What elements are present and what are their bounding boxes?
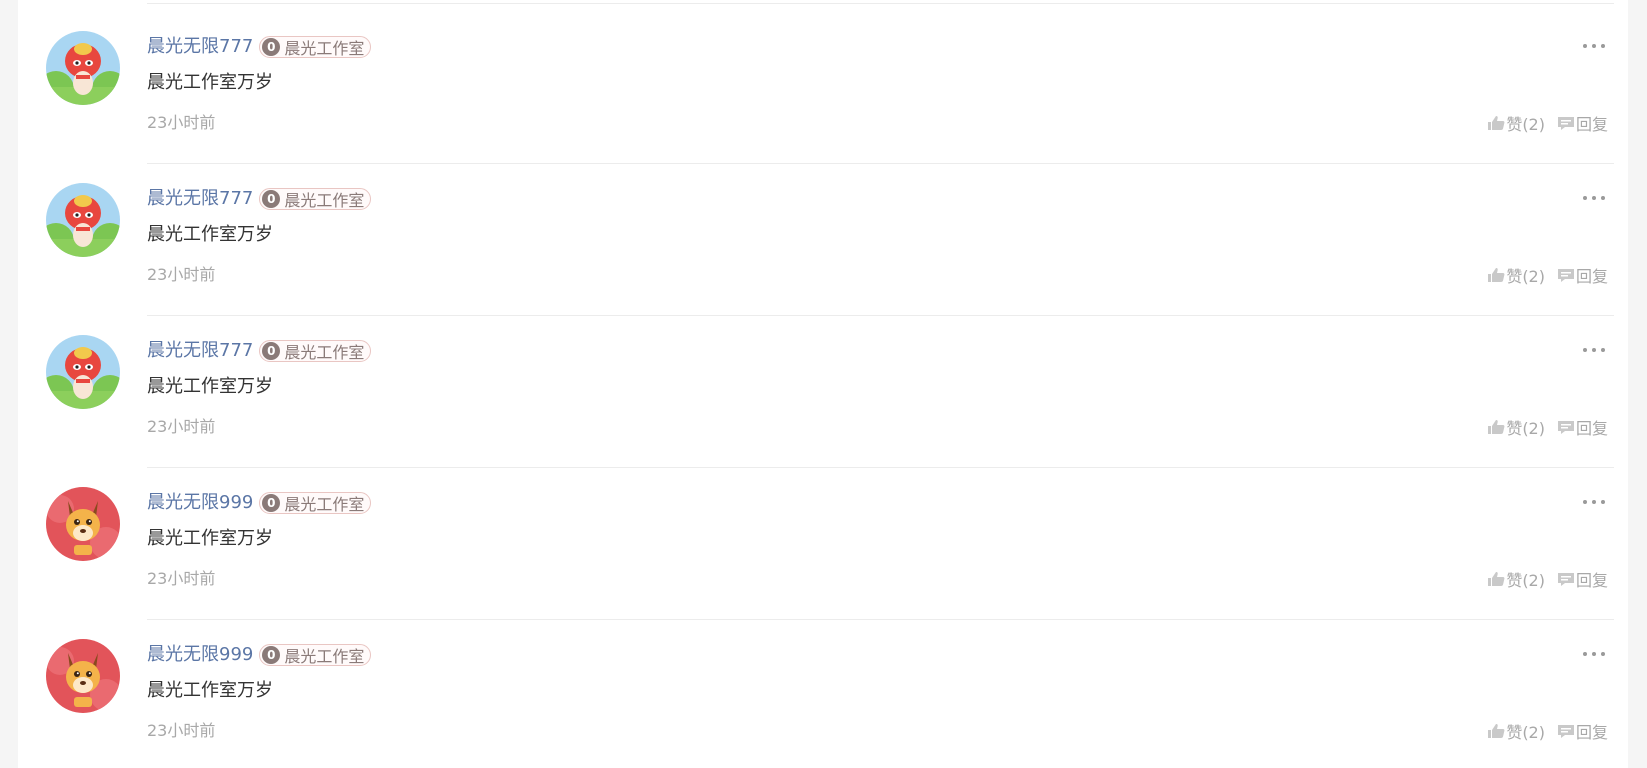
username-link[interactable]: 晨光无限999 [147, 490, 253, 516]
badge-label: 晨光工作室 [284, 39, 365, 58]
reply-label: 回复 [1575, 723, 1608, 742]
comment-bubble-icon [1557, 573, 1574, 586]
reply-label: 回复 [1575, 267, 1608, 286]
username-link[interactable]: 晨光无限999 [147, 642, 253, 668]
comment-item: 晨光无限999 0 晨光工作室 晨光工作室万岁 23小时前 赞(2) 回复 [18, 612, 1628, 768]
comment-time: 23小时前 [147, 265, 216, 284]
avatar[interactable] [46, 183, 120, 257]
thumbs-up-icon [1488, 724, 1505, 738]
badge-label: 晨光工作室 [284, 495, 365, 514]
like-label: 赞(2) [1506, 267, 1545, 286]
like-button[interactable]: 赞(2) [1487, 415, 1545, 439]
like-button[interactable]: 赞(2) [1487, 719, 1545, 743]
badge-label: 晨光工作室 [284, 647, 365, 666]
fan-badge[interactable]: 0 晨光工作室 [259, 492, 372, 514]
thumbs-up-icon [1488, 116, 1505, 130]
like-label: 赞(2) [1506, 571, 1545, 590]
badge-level: 0 [262, 38, 281, 56]
like-button[interactable]: 赞(2) [1487, 263, 1545, 287]
comment-meta: 晨光无限777 0 晨光工作室 [147, 34, 372, 60]
comment-meta: 晨光无限999 0 晨光工作室 [147, 642, 372, 668]
avatar[interactable] [46, 639, 120, 713]
comment-item: 晨光无限777 0 晨光工作室 晨光工作室万岁 23小时前 赞(2) 回复 [18, 308, 1628, 468]
comment-text: 晨光工作室万岁 [147, 680, 273, 701]
username-link[interactable]: 晨光无限777 [147, 186, 253, 212]
badge-label: 晨光工作室 [284, 343, 365, 362]
comment-actions: 赞(2) 回复 [1487, 720, 1608, 742]
comment-meta: 晨光无限999 0 晨光工作室 [147, 490, 372, 516]
dog-hero-avatar-icon [46, 31, 120, 105]
fan-badge[interactable]: 0 晨光工作室 [259, 644, 372, 666]
thumbs-up-icon [1488, 420, 1505, 434]
reply-button[interactable]: 回复 [1557, 111, 1608, 135]
comment-actions: 赞(2) 回复 [1487, 112, 1608, 134]
comment-item: 晨光无限777 0 晨光工作室 晨光工作室万岁 23小时前 赞(2) 回复 [18, 156, 1628, 316]
reply-button[interactable]: 回复 [1557, 719, 1608, 743]
comment-bubble-icon [1557, 725, 1574, 738]
reply-label: 回复 [1575, 571, 1608, 590]
username-link[interactable]: 晨光无限777 [147, 34, 253, 60]
comment-bubble-icon [1557, 117, 1574, 130]
more-options-icon[interactable] [1583, 194, 1605, 202]
like-label: 赞(2) [1506, 419, 1545, 438]
reply-button[interactable]: 回复 [1557, 415, 1608, 439]
more-options-icon[interactable] [1583, 650, 1605, 658]
comment-list: 晨光无限777 0 晨光工作室 晨光工作室万岁 23小时前 赞(2) 回复 晨光… [18, 0, 1628, 768]
avatar[interactable] [46, 335, 120, 409]
badge-level: 0 [262, 494, 281, 512]
comment-actions: 赞(2) 回复 [1487, 568, 1608, 590]
comment-item: 晨光无限777 0 晨光工作室 晨光工作室万岁 23小时前 赞(2) 回复 [18, 4, 1628, 164]
comment-time: 23小时前 [147, 721, 216, 740]
avatar[interactable] [46, 487, 120, 561]
reply-label: 回复 [1575, 115, 1608, 134]
comment-time: 23小时前 [147, 569, 216, 588]
thumbs-up-icon [1488, 268, 1505, 282]
dog-hero-avatar-icon [46, 183, 120, 257]
comment-time: 23小时前 [147, 113, 216, 132]
badge-level: 0 [262, 342, 281, 360]
comment-text: 晨光工作室万岁 [147, 376, 273, 397]
comment-text: 晨光工作室万岁 [147, 528, 273, 549]
like-button[interactable]: 赞(2) [1487, 111, 1545, 135]
comment-actions: 赞(2) 回复 [1487, 264, 1608, 286]
fan-badge[interactable]: 0 晨光工作室 [259, 340, 372, 362]
badge-level: 0 [262, 646, 281, 664]
comment-item: 晨光无限999 0 晨光工作室 晨光工作室万岁 23小时前 赞(2) 回复 [18, 460, 1628, 620]
comment-actions: 赞(2) 回复 [1487, 416, 1608, 438]
more-options-icon[interactable] [1583, 346, 1605, 354]
deer-avatar-icon [46, 487, 120, 561]
comment-text: 晨光工作室万岁 [147, 72, 273, 93]
thumbs-up-icon [1488, 572, 1505, 586]
deer-avatar-icon [46, 639, 120, 713]
reply-button[interactable]: 回复 [1557, 567, 1608, 591]
avatar[interactable] [46, 31, 120, 105]
comment-meta: 晨光无限777 0 晨光工作室 [147, 186, 372, 212]
comment-bubble-icon [1557, 421, 1574, 434]
comment-text: 晨光工作室万岁 [147, 224, 273, 245]
comment-time: 23小时前 [147, 417, 216, 436]
reply-label: 回复 [1575, 419, 1608, 438]
more-options-icon[interactable] [1583, 42, 1605, 50]
like-label: 赞(2) [1506, 115, 1545, 134]
badge-label: 晨光工作室 [284, 191, 365, 210]
comment-meta: 晨光无限777 0 晨光工作室 [147, 338, 372, 364]
dog-hero-avatar-icon [46, 335, 120, 409]
username-link[interactable]: 晨光无限777 [147, 338, 253, 364]
fan-badge[interactable]: 0 晨光工作室 [259, 36, 372, 58]
like-button[interactable]: 赞(2) [1487, 567, 1545, 591]
reply-button[interactable]: 回复 [1557, 263, 1608, 287]
badge-level: 0 [262, 190, 281, 208]
comment-bubble-icon [1557, 269, 1574, 282]
like-label: 赞(2) [1506, 723, 1545, 742]
fan-badge[interactable]: 0 晨光工作室 [259, 188, 372, 210]
more-options-icon[interactable] [1583, 498, 1605, 506]
